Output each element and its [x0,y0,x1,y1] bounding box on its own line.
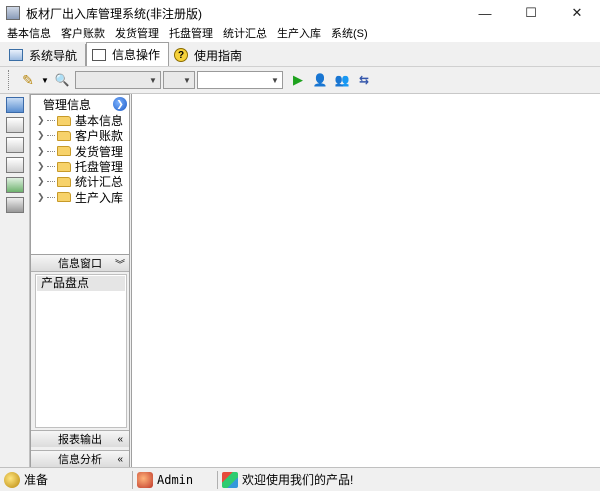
chevron-left-icon[interactable]: « [117,434,123,445]
tab-label: 信息操作 [112,48,161,62]
tree-item-label: 生产入库 [75,190,124,205]
info-window-dock: 信息窗口 ︾ 产品盘点 报表输出 « 信息分析 « [30,254,130,467]
tree-item-customer-accounts[interactable]: ❯ 客户账款 [37,128,129,143]
app-icon [6,6,20,20]
tree-connector [47,196,55,198]
menu-customer-accounts[interactable]: 客户账款 [58,26,112,42]
expand-arrow-icon[interactable]: ❯ [37,176,47,187]
dock-footer-label: 报表输出 [58,434,102,446]
dock-header[interactable]: 信息窗口 ︾ [31,255,129,272]
tree-item-shipping[interactable]: ❯ 发货管理 [37,144,129,159]
management-tree: ❯ 基本信息 ❯ 客户账款 ❯ 发货管理 ❯ 托盘管理 ❯ 统计汇总 ❯ 生产入… [31,113,129,205]
filter-combo-2[interactable]: ▼ [163,71,195,89]
chart-icon[interactable] [6,177,24,193]
menu-shipping[interactable]: 发货管理 [112,26,166,42]
status-user: Admin [133,468,217,491]
folder-icon [57,115,71,126]
tree-connector [47,166,55,168]
status-user-text: Admin [157,472,194,487]
help-icon: ? [174,48,189,62]
folder-icon [57,192,71,203]
tab-info-operations[interactable]: 信息操作 [86,42,170,66]
tab-system-navigation[interactable]: 系统导航 [4,44,87,66]
expand-arrow-icon[interactable]: ❯ [37,146,47,157]
folder-icon [57,146,71,157]
expand-arrow-icon[interactable]: ❯ [37,130,47,141]
nav-screen-icon[interactable] [6,97,24,113]
chevron-down-icon[interactable]: ︾ [115,256,125,271]
expand-arrow-icon[interactable]: ❯ [37,115,47,126]
menu-system[interactable]: 系统(S) [328,26,375,42]
window-icon [92,48,107,61]
list-item[interactable]: 产品盘点 [37,276,125,291]
toolbar-grip[interactable] [8,70,11,90]
tree-item-pallet[interactable]: ❯ 托盘管理 [37,159,129,174]
user-icon [137,471,153,488]
status-bar: 准备 Admin 欢迎使用我们的产品! [0,467,600,491]
monitor-icon [9,49,23,61]
collapse-button[interactable]: ❯ [113,97,127,111]
minimize-button[interactable]: — [462,0,508,26]
status-message-text: 欢迎使用我们的产品! [242,473,354,487]
tab-user-guide[interactable]: ? 使用指南 [169,44,250,66]
expand-arrow-icon[interactable]: ❯ [37,161,47,172]
document-icon[interactable] [6,157,24,173]
maximize-button[interactable]: ☐ [508,0,554,26]
menu-production[interactable]: 生产入库 [274,26,328,42]
status-state-text: 准备 [24,473,49,487]
close-button[interactable]: ✕ [554,0,600,26]
main-content-area[interactable] [131,94,600,467]
tab-label: 使用指南 [194,48,243,63]
info-window-list: 产品盘点 [35,274,127,428]
menu-pallet[interactable]: 托盘管理 [166,26,220,42]
tree-connector [47,181,55,183]
tree-connector [47,135,55,137]
chevron-down-icon: ▼ [183,75,191,85]
tab-label: 系统导航 [29,48,78,63]
status-ready: 准备 [0,468,132,491]
folder-icon [57,130,71,141]
chevron-down-icon: ▼ [271,75,279,85]
tree-item-production[interactable]: ❯ 生产入库 [37,189,129,205]
refresh-icon[interactable]: ⇆ [355,71,373,89]
search-user-icon[interactable]: 👤 [311,71,329,89]
expand-arrow-icon[interactable]: ❯ [37,192,47,203]
status-message: 欢迎使用我们的产品! [218,468,353,491]
pencil-icon[interactable]: ✎ [19,71,37,89]
report-output-section[interactable]: 报表输出 « [31,430,129,447]
chevron-left-icon[interactable]: « [117,454,123,465]
info-analysis-section[interactable]: 信息分析 « [31,450,129,467]
menu-basic-info[interactable]: 基本信息 [4,26,58,42]
tab-bar: 系统导航 信息操作 ? 使用指南 [0,42,600,66]
window-controls: — ☐ ✕ [462,0,600,26]
tree-connector [47,120,55,122]
status-ready-icon [4,471,20,488]
folder-icon [57,176,71,187]
panel-title: 管理信息 [43,97,92,112]
tree-connector [47,150,55,152]
filter-combo-1[interactable]: ▼ [75,71,161,89]
tree-item-statistics[interactable]: ❯ 统计汇总 [37,174,129,189]
dropdown-arrow-icon[interactable]: ▼ [41,71,49,89]
folder-icon [57,161,71,172]
window-title: 板材厂出入库管理系统(非注册版) [26,6,202,21]
panel-header: 管理信息 ❯ [31,95,129,113]
menu-statistics[interactable]: 统计汇总 [220,26,274,42]
search-user2-icon[interactable]: 👥 [333,71,351,89]
play-icon[interactable]: ▶ [289,71,307,89]
toolbar: ✎ ▼ 🔍 ▼ ▼ ▼ ▶ 👤 👥 ⇆ [0,66,600,94]
chevron-down-icon: ▼ [149,75,157,85]
tree-item-basic-info[interactable]: ❯ 基本信息 [37,113,129,128]
title-bar: 板材厂出入库管理系统(非注册版) — ☐ ✕ [0,0,600,26]
message-icon [222,471,238,488]
grid-icon[interactable] [6,137,24,153]
icon-sidebar [0,94,30,467]
dock-footer-label: 信息分析 [58,454,102,466]
trash-icon[interactable] [6,197,24,213]
menu-bar: 基本信息 客户账款 发货管理 托盘管理 统计汇总 生产入库 系统(S) [0,26,600,42]
filter-combo-3[interactable]: ▼ [197,71,283,89]
search-document-icon[interactable]: 🔍 [53,71,71,89]
tree-structure-icon[interactable] [6,117,24,133]
dock-title: 信息窗口 [58,258,102,270]
